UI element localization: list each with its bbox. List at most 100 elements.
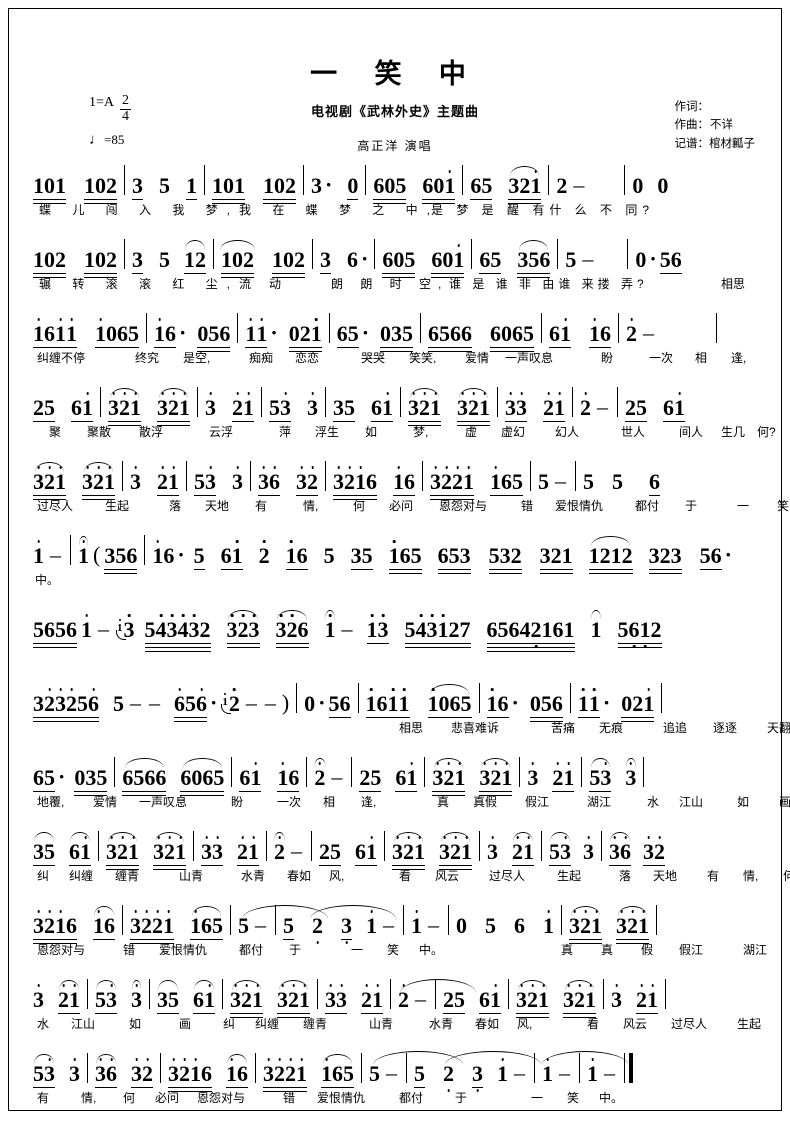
- barline: [325, 387, 326, 417]
- lyrics-row: 过尽人 生起 落 天地 有 情, 何 必问 恩怨对与 错 爱恨情仇 都付 于 一…: [31, 495, 789, 517]
- lyric-text: 山青: [179, 869, 204, 883]
- barline: [124, 239, 125, 269]
- lyric-text: 何?: [757, 425, 776, 439]
- note-group: 165: [388, 543, 422, 574]
- lyric-text: 逐逐: [713, 721, 738, 735]
- lyric-text: 哭哭: [361, 351, 386, 365]
- barline: [572, 387, 573, 417]
- note-group: 61: [355, 839, 377, 866]
- note-group: 21: [157, 469, 179, 496]
- lyric-text: 无痕: [599, 721, 624, 735]
- barline: [100, 387, 101, 417]
- lyric-text: 生起: [737, 1017, 762, 1031]
- note-group: 61: [193, 980, 215, 1014]
- note-group: 5: [369, 1051, 463, 1087]
- barline: [306, 757, 308, 787]
- barline: [665, 979, 666, 1009]
- note-group: 56: [328, 691, 351, 718]
- note-group: 32: [643, 839, 665, 866]
- lyric-text: 笑笑,: [409, 351, 437, 365]
- note-group: 0: [632, 173, 644, 198]
- note-group: 3: [205, 395, 216, 420]
- note-group: 1611: [365, 691, 410, 718]
- note-group: 601: [422, 173, 456, 204]
- note-group: 16: [154, 321, 176, 348]
- barline: [144, 535, 146, 565]
- note-group: 321: [230, 980, 263, 1018]
- staff-line-5: 321 321 3 21 53 3 36 32 3216 16 3221 165…: [9, 461, 789, 535]
- note-group: 3221: [430, 469, 474, 500]
- note-group: 32: [296, 469, 318, 496]
- note-group: 0: [456, 913, 467, 938]
- note-group: 6: [347, 247, 358, 272]
- barline: [534, 1053, 535, 1083]
- lyric-text: 假: [641, 943, 654, 957]
- lyric-text: 盼: [231, 795, 244, 809]
- barline: [311, 831, 312, 861]
- note-group: 3: [320, 247, 331, 274]
- lyric-text: 何: [123, 1091, 136, 1105]
- lyric-text: 是空,: [183, 351, 211, 365]
- note-group: 5: [283, 913, 294, 940]
- lyric-text: 恩怨对与: [197, 1091, 246, 1105]
- lyrics-row: 纠缠不停 终究 是空, 痴痴 恋恋 哭哭 笑笑, 爱情 一声叹息 盼 一次 相 …: [31, 347, 763, 369]
- lyric-text: 缠青: [303, 1017, 328, 1031]
- note-group: 65642161: [486, 617, 575, 648]
- note-group: 356: [517, 240, 551, 278]
- note-group: 12: [184, 240, 206, 274]
- note-group: 101: [212, 173, 245, 204]
- note-group: 321: [616, 906, 649, 944]
- barline: [149, 979, 150, 1009]
- note-group: 5: [159, 173, 170, 198]
- note-group: 36: [609, 832, 631, 866]
- staff-line-11: 3216 16 3221 165 5– 5 2 3 1– 1– 0 5 6 1 …: [9, 905, 781, 979]
- note-group: 5612: [617, 617, 662, 648]
- barline: [261, 387, 262, 417]
- note-group: 61: [239, 765, 262, 792]
- note-group: 3216: [168, 1061, 212, 1092]
- lyric-text: 幻人: [555, 425, 580, 439]
- note-group: 3: [307, 395, 318, 420]
- note-group: 3: [341, 913, 352, 940]
- barline: [541, 831, 542, 861]
- lyric-text: 爱情: [93, 795, 118, 809]
- note-group: 102: [84, 247, 117, 278]
- note-group: 1: [78, 536, 89, 569]
- barline: [296, 683, 298, 713]
- barline: [530, 461, 531, 491]
- note-group: 3: [311, 173, 322, 198]
- note-group: 16: [393, 469, 415, 496]
- note-group: 16: [152, 543, 175, 568]
- staff-line-1: 101 102 3 5 1 101 102 3 · 0 605 601 65 3…: [9, 165, 781, 239]
- sheet-music-page: 1=A 2 4 ♩=85 一 笑 中 电视剧《武林外史》主题曲 高正洋 演唱 作…: [8, 8, 790, 1111]
- barline: [146, 313, 147, 343]
- lyric-text: 水青: [241, 869, 266, 883]
- note-group: 3221: [130, 913, 174, 944]
- lyrics-row: 辗 转 滚 滚 红 尘,流 动 朗 朗 时 空, 谁 是 谁 非 由谁 来搂 弄…: [31, 273, 763, 295]
- staff-line-10: 35 61 321 321 33 21 2– 25 61 321 321 3 2…: [9, 831, 790, 905]
- note-group: 16: [285, 543, 308, 570]
- close-paren: ): [281, 690, 290, 715]
- lyric-text: 纠缠: [255, 1017, 280, 1031]
- note-group: 11: [577, 691, 600, 718]
- note-group: 035: [380, 321, 414, 352]
- lyric-text: 真: [601, 943, 614, 957]
- notes-row: 101 102 3 5 1 101 102 3 · 0 605 601 65 3…: [31, 165, 763, 204]
- lyric-text: 江山: [71, 1017, 96, 1031]
- note-group: 5: [193, 543, 205, 570]
- barline: [656, 905, 657, 935]
- barline: [471, 239, 473, 269]
- barline: [519, 757, 521, 787]
- note-group: 21: [361, 987, 383, 1014]
- lyric-text: 有: [37, 1091, 50, 1105]
- note-group: 102: [272, 247, 305, 278]
- page-title: 一 笑 中: [310, 59, 480, 90]
- barline: [424, 757, 426, 787]
- note-group: 25: [443, 987, 465, 1014]
- note-group: 0: [304, 691, 316, 716]
- lyric-text: 动: [269, 277, 282, 291]
- barline: [557, 239, 559, 269]
- lyric-text: 看: [587, 1017, 600, 1031]
- lyric-text: 有: [255, 499, 268, 513]
- note-group: 16: [486, 691, 509, 718]
